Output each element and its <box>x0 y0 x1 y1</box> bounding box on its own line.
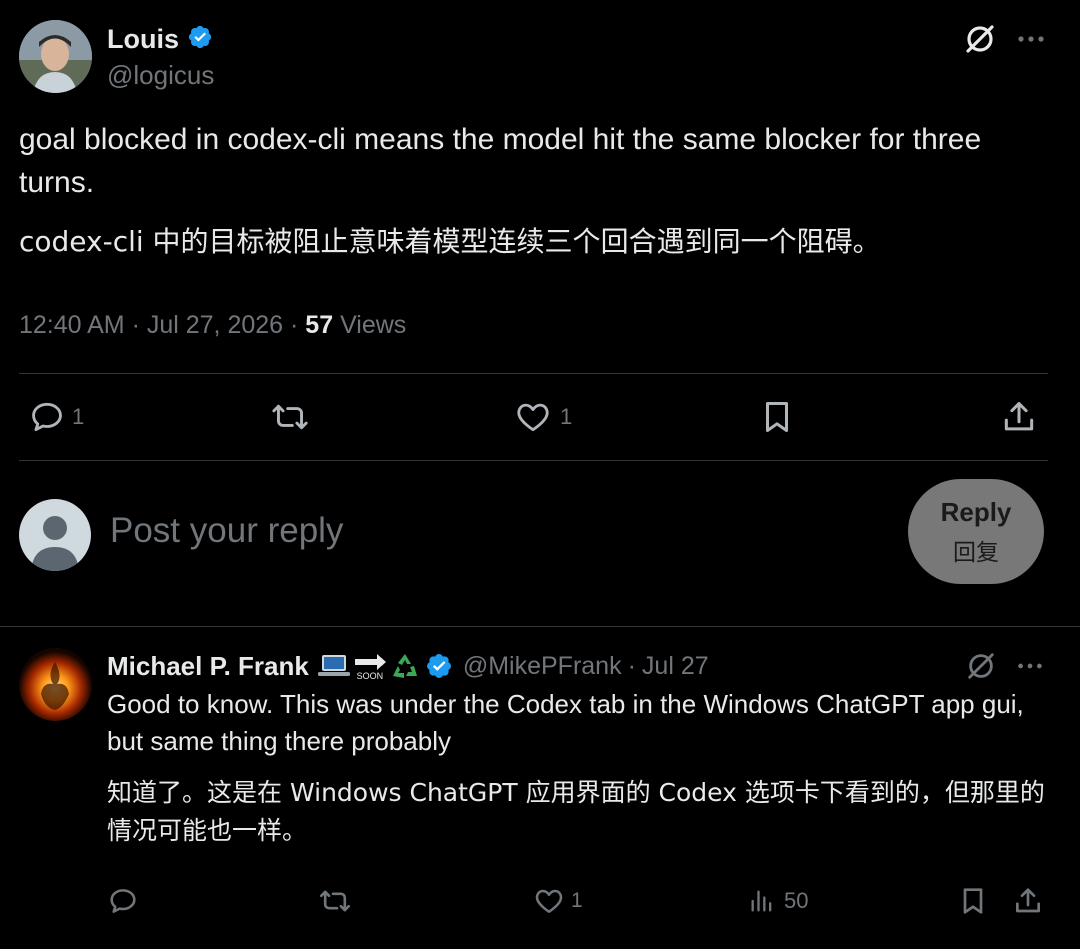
reply-action[interactable]: 1 <box>28 398 84 436</box>
bookmark-icon <box>963 888 983 914</box>
reply-icon <box>32 402 62 432</box>
tweet-text-en: goal blocked in codex-cli means the mode… <box>19 123 982 199</box>
heart-icon <box>517 403 549 432</box>
name-emoji-soon-arrow-icon: SOON <box>353 652 387 681</box>
reply-count: 1 <box>72 404 85 429</box>
author-handle[interactable]: @logicus <box>107 59 214 91</box>
reply-retweet-action[interactable] <box>318 885 352 917</box>
reply-input[interactable]: Post your reply <box>110 509 343 553</box>
bookmark-action[interactable] <box>758 398 796 436</box>
like-action[interactable]: 1 <box>514 398 572 436</box>
verified-badge-icon <box>187 24 213 58</box>
reply-reply-action[interactable] <box>107 885 139 917</box>
reply-author-row: Michael P. Frank SOON @MikePFrank · Jul … <box>107 648 709 684</box>
reply-button-label-zh: 回复 <box>953 539 999 566</box>
tweet-timestamp[interactable]: 12:40 AM · Jul 27, 2026 · <box>19 311 298 339</box>
divider-bottom <box>19 460 1048 461</box>
reply-grok-icon[interactable] <box>965 650 997 682</box>
name-emoji-recycle-icon <box>389 651 421 681</box>
reply-button[interactable]: Reply 回复 <box>908 479 1044 584</box>
like-count: 1 <box>560 404 573 429</box>
divider-top <box>19 373 1048 374</box>
reply-bookmark-action[interactable] <box>957 885 989 917</box>
retweet-icon <box>319 890 351 912</box>
reply-text-zh: 知道了。这是在 Windows ChatGPT 应用界面的 Codex 选项卡下… <box>107 778 1045 845</box>
views-count: 57 <box>305 311 334 339</box>
soon-label: SOON <box>356 670 384 681</box>
reply-author-name[interactable]: Michael P. Frank <box>107 651 309 682</box>
reply-verified-badge-icon <box>425 652 453 680</box>
reply-like-count: 1 <box>571 889 583 912</box>
reply-views-count: 50 <box>784 888 809 913</box>
reply-views-action[interactable]: 50 <box>748 885 808 917</box>
default-avatar-icon <box>19 499 91 571</box>
grok-icon[interactable] <box>963 22 997 56</box>
handle-date-separator: · <box>627 651 636 680</box>
share-icon <box>1016 888 1040 913</box>
retweet-action[interactable] <box>270 398 310 436</box>
reply-like-action[interactable]: 1 <box>533 885 583 917</box>
retweet-icon <box>272 404 308 430</box>
author-name[interactable]: Louis <box>107 24 179 54</box>
reply-author-avatar[interactable] <box>19 648 92 721</box>
tweet-text-zh: codex-cli 中的目标被阻止意味着模型连续三个回合遇到同一个阻碍。 <box>19 225 881 258</box>
bookmark-icon <box>765 402 789 432</box>
flame-avatar-image <box>19 648 92 721</box>
section-divider <box>0 626 1080 627</box>
avatar-photo <box>19 20 92 93</box>
more-options-icon[interactable] <box>1014 22 1048 56</box>
reply-date[interactable]: Jul 27 <box>642 652 709 681</box>
name-emoji-laptop-icon <box>317 653 351 679</box>
share-action[interactable] <box>1000 398 1038 436</box>
author-avatar[interactable] <box>19 20 92 93</box>
reply-author-handle[interactable]: @MikePFrank <box>463 652 622 681</box>
reply-more-options-icon[interactable] <box>1014 650 1046 682</box>
views-label: Views <box>340 311 407 339</box>
views-chart-icon <box>751 890 772 912</box>
current-user-avatar[interactable] <box>19 499 91 571</box>
tweet-meta: 12:40 AM · Jul 27, 2026 · 57 Views <box>19 308 406 342</box>
reply-icon <box>110 889 136 913</box>
reply-button-label: Reply <box>940 496 1012 527</box>
reply-share-action[interactable] <box>1012 885 1044 917</box>
heart-icon <box>535 889 563 913</box>
reply-text-en: Good to know. This was under the Codex t… <box>107 689 1024 756</box>
author-name-row[interactable]: Louis <box>107 22 213 58</box>
share-icon <box>1004 402 1034 431</box>
